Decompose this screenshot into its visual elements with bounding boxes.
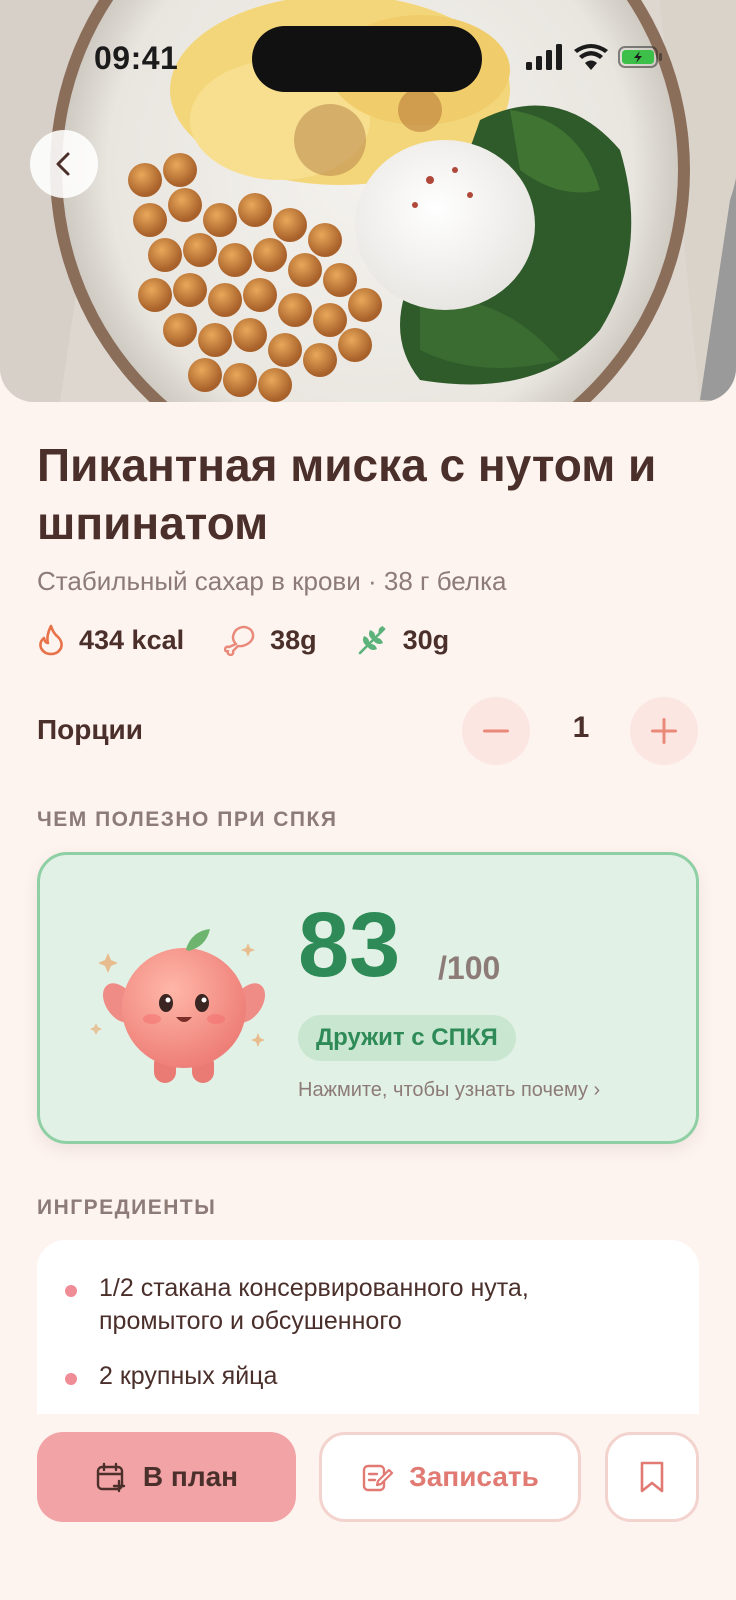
add-to-plan-label: В план [142,1461,239,1492]
status-time: 09:41 [94,40,179,76]
macro-fiber: 30g [357,624,450,656]
pcos-score-card[interactable]: 83 /100 Дружит с СПКЯ Нажмите, чтобы узн… [37,852,699,1144]
ingredients-section-label: ИНГРЕДИЕНТЫ [37,1196,217,1219]
status-bar: 09:41 [0,0,736,120]
plus-icon [651,718,677,744]
portions-value: 1 [572,711,590,744]
pcos-score-value: 83 [298,894,401,996]
ingredient-text: 2 крупных яйца [99,1362,278,1390]
portions-increment-button[interactable] [630,697,698,765]
pcos-score-hint[interactable]: Нажмите, чтобы узнать почему › [298,1079,600,1102]
log-meal-button[interactable]: Записать [319,1432,581,1522]
protein-value: 38g [270,624,317,655]
pcos-section-label: ЧЕМ ПОЛЕЗНО ПРИ СПКЯ [37,808,338,831]
minus-icon [483,729,509,733]
dynamic-island [252,26,482,92]
log-meal-label: Записать [409,1461,539,1492]
portions-decrement-button[interactable] [462,697,530,765]
wifi-icon [574,44,608,70]
edit-note-icon [362,1464,394,1492]
ingredient-text: 1/2 стакана консервированного нута, пром… [99,1274,529,1335]
macros-row: 434 kcal 38g 30g [37,624,489,656]
ingredient-item: 2 крупных яйца [65,1360,659,1393]
back-button[interactable] [30,130,98,198]
bullet-dot-icon [65,1373,77,1385]
add-to-plan-button[interactable]: В план [37,1432,296,1522]
ingredient-item: 1/2 стакана консервированного нута, пром… [65,1272,659,1338]
wheat-icon [358,626,385,655]
macro-protein: 38g [224,624,317,656]
bookmark-icon [640,1461,664,1493]
drumstick-icon [224,625,255,656]
ingredients-card: 1/2 стакана консервированного нута, пром… [37,1240,699,1420]
bookmark-button[interactable] [605,1432,699,1522]
recipe-subtitle: Стабильный сахар в крови · 38 г белка [37,566,507,596]
calories-value: 434 kcal [79,624,185,655]
status-icons [526,44,664,70]
pcos-score-max: /100 [438,950,501,986]
calendar-plus-icon [96,1462,126,1493]
portions-label: Порции [37,714,143,745]
fiber-value: 30g [402,624,450,655]
pcos-score-badge: Дружит с СПКЯ [298,1015,516,1061]
chevron-left-icon [56,152,70,176]
peach-mascot [90,929,266,1083]
flame-icon [39,624,63,656]
recipe-title: Пикантная миска с нутом и шпинатом [37,439,657,549]
bullet-dot-icon [65,1285,77,1297]
battery-icon [618,46,662,68]
signal-icon [526,44,562,70]
macro-calories: 434 kcal [37,624,184,656]
